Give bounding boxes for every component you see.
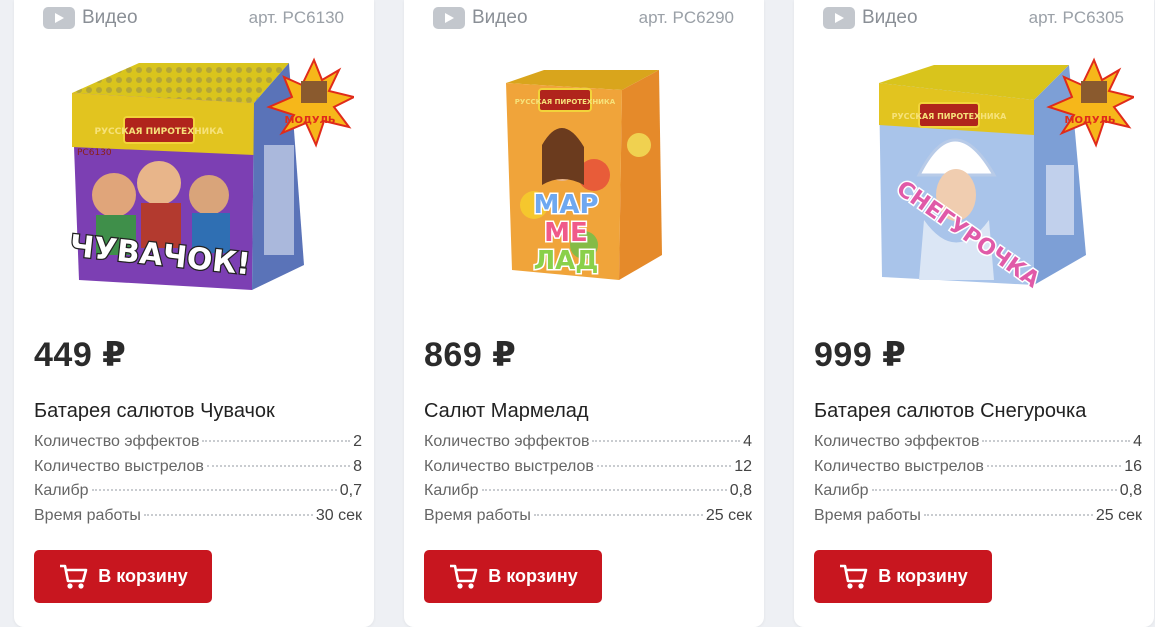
product-price: 449 ₽: [34, 336, 127, 374]
spec-label: Калибр: [424, 482, 479, 499]
video-label: Видео: [862, 7, 918, 28]
spec-label: Время работы: [34, 506, 141, 524]
product-price: 869 ₽: [424, 336, 517, 374]
product-card: Видео арт. PC6305 РУССКАЯ ПИРОТЕХНИКА СН…: [794, 0, 1154, 627]
box-name-line: ЛАД: [534, 246, 599, 276]
spec-label: Количество выстрелов: [424, 457, 594, 475]
cart-icon: [840, 564, 868, 589]
module-badge: МОДУЛЬ: [285, 115, 336, 126]
spec-row: Время работы 25 сек: [814, 507, 1142, 532]
spec-value: 0,8: [729, 482, 752, 499]
spec-row: Калибр 0,8: [424, 482, 752, 507]
spec-value: 4: [743, 433, 752, 450]
box-name-line: МАР: [533, 190, 598, 220]
product-card: Видео арт. PC6130 РУССКАЯ ПИРОТЕХНИКА PC…: [14, 0, 374, 627]
article-number: арт. PC6305: [1028, 8, 1124, 27]
spec-row: Калибр 0,8: [814, 482, 1142, 507]
spec-value: 30 сек: [315, 506, 362, 524]
product-card: Видео арт. PC6290 РУССКАЯ ПИРОТЕХНИКА МА…: [404, 0, 764, 627]
product-title[interactable]: Салют Мармелад: [424, 400, 589, 423]
spec-label: Время работы: [424, 506, 531, 524]
play-icon: [823, 7, 855, 29]
spec-label: Калибр: [814, 482, 869, 499]
spec-leader: [986, 464, 1122, 467]
play-icon: [43, 7, 75, 29]
spec-label: Время работы: [814, 506, 921, 524]
product-price: 999 ₽: [814, 336, 907, 374]
spec-row: Количество эффектов 4: [424, 433, 752, 458]
spec-row: Калибр 0,7: [34, 482, 362, 507]
add-to-cart-button[interactable]: В корзину: [34, 550, 212, 603]
spec-value: 0,7: [339, 482, 362, 499]
spec-leader: [982, 440, 1131, 442]
spec-value: 16: [1124, 457, 1142, 475]
spec-leader: [481, 489, 727, 491]
spec-label: Количество выстрелов: [814, 457, 984, 475]
spec-list: Количество эффектов 2 Количество выстрело…: [34, 433, 362, 531]
spec-row: Время работы 25 сек: [424, 507, 752, 532]
spec-value: 25 сек: [705, 506, 752, 524]
spec-value: 12: [734, 457, 752, 475]
spec-leader: [206, 464, 351, 467]
spec-label: Количество эффектов: [814, 433, 980, 450]
video-link[interactable]: Видео: [823, 7, 918, 29]
product-image[interactable]: РУССКАЯ ПИРОТЕХНИКА СНЕГУРОЧКА МОДУЛЬ: [824, 55, 1137, 300]
box-brand: РУССКАЯ ПИРОТЕХНИКА: [892, 112, 1008, 121]
spec-leader: [91, 489, 337, 491]
spec-label: Количество эффектов: [424, 433, 590, 450]
add-to-cart-button[interactable]: В корзину: [814, 550, 992, 603]
add-to-cart-label: В корзину: [878, 566, 968, 586]
box-brand: РУССКАЯ ПИРОТЕХНИКА: [515, 98, 616, 106]
add-to-cart-label: В корзину: [98, 566, 188, 586]
add-to-cart-label: В корзину: [488, 566, 578, 586]
video-link[interactable]: Видео: [433, 7, 528, 29]
product-image[interactable]: РУССКАЯ ПИРОТЕХНИКА PC6130 ЧУВАЧОК! МОДУ…: [44, 55, 357, 300]
spec-leader: [871, 489, 1117, 491]
box-code: PC6130: [77, 148, 112, 158]
spec-label: Количество эффектов: [34, 433, 200, 450]
article-number: арт. PC6290: [638, 8, 734, 27]
spec-label: Калибр: [34, 482, 89, 499]
spec-leader: [592, 440, 741, 442]
video-label: Видео: [82, 7, 138, 28]
spec-list: Количество эффектов 4 Количество выстрело…: [814, 433, 1142, 531]
video-link[interactable]: Видео: [43, 7, 138, 29]
spec-value: 8: [353, 457, 362, 475]
product-image[interactable]: РУССКАЯ ПИРОТЕХНИКА МАР МЕ ЛАД: [434, 55, 744, 300]
spec-row: Количество выстрелов 8: [34, 458, 362, 483]
spec-label: Количество выстрелов: [34, 457, 204, 475]
spec-leader: [533, 513, 703, 516]
product-title[interactable]: Батарея салютов Чувачок: [34, 400, 275, 423]
spec-leader: [202, 440, 351, 442]
video-label: Видео: [472, 7, 528, 28]
article-number: арт. PC6130: [248, 8, 344, 27]
spec-value: 0,8: [1119, 482, 1142, 499]
box-name-line: МЕ: [544, 218, 588, 248]
spec-value: 2: [353, 433, 362, 450]
spec-leader: [596, 464, 732, 467]
spec-value: 25 сек: [1095, 506, 1142, 524]
spec-row: Количество выстрелов 12: [424, 458, 752, 483]
spec-row: Количество эффектов 2: [34, 433, 362, 458]
module-badge: МОДУЛЬ: [1065, 115, 1116, 126]
box-brand: РУССКАЯ ПИРОТЕХНИКА: [94, 127, 223, 137]
cart-icon: [450, 564, 478, 589]
product-title[interactable]: Батарея салютов Снегурочка: [814, 400, 1086, 423]
add-to-cart-button[interactable]: В корзину: [424, 550, 602, 603]
play-icon: [433, 7, 465, 29]
spec-leader: [143, 513, 313, 516]
spec-value: 4: [1133, 433, 1142, 450]
spec-row: Количество выстрелов 16: [814, 458, 1142, 483]
cart-icon: [60, 564, 88, 589]
spec-leader: [923, 513, 1093, 516]
spec-row: Время работы 30 сек: [34, 507, 362, 532]
spec-list: Количество эффектов 4 Количество выстрело…: [424, 433, 752, 531]
spec-row: Количество эффектов 4: [814, 433, 1142, 458]
